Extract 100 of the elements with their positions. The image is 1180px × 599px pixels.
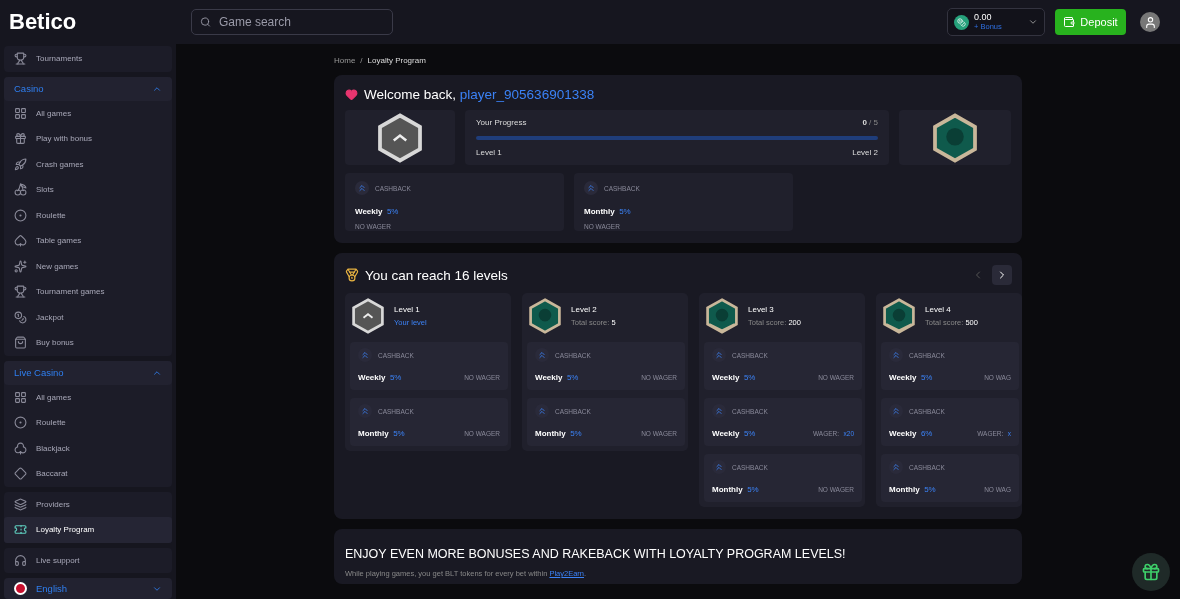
sidebar-item[interactable]: Baccarat bbox=[4, 461, 172, 487]
reward-period: Monthly bbox=[584, 207, 615, 216]
sidebar-item-label: Table games bbox=[36, 236, 82, 246]
search-field[interactable]: Game search bbox=[191, 9, 393, 35]
sidebar-item[interactable]: Table games bbox=[4, 228, 172, 254]
reward-percent: 5% bbox=[386, 207, 399, 216]
reward-period: Monthly bbox=[712, 485, 743, 494]
menu-item-icon bbox=[14, 310, 27, 324]
menu-item-icon bbox=[14, 390, 27, 404]
double-chevron-icon bbox=[584, 181, 598, 195]
search-icon bbox=[200, 16, 211, 28]
reward-percent: 5% bbox=[393, 429, 405, 438]
menu-item-icon bbox=[14, 467, 27, 481]
double-chevron-icon bbox=[535, 348, 549, 362]
sidebar-item[interactable]: Tournaments bbox=[4, 46, 172, 72]
logo[interactable]: Betico bbox=[9, 9, 191, 35]
double-chevron-icon bbox=[535, 404, 549, 418]
sidebar-item[interactable]: Roulette bbox=[4, 202, 172, 228]
sidebar-item[interactable]: New games bbox=[4, 253, 172, 279]
reward-percent: 5% bbox=[747, 485, 759, 494]
sidebar-item-label: Loyalty Program bbox=[36, 525, 95, 535]
gift-button[interactable] bbox=[1132, 553, 1170, 591]
reward-percent: 5% bbox=[743, 429, 756, 438]
double-chevron-icon bbox=[712, 460, 726, 474]
welcome-title: Welcome back, player_905636901338 bbox=[364, 87, 595, 102]
sidebar-item-label: All games bbox=[36, 392, 72, 402]
level-name: Level 1 bbox=[394, 305, 421, 314]
reward-percent: 5% bbox=[619, 207, 631, 216]
level-name: Level 3 bbox=[748, 305, 775, 314]
reward-period: Monthly bbox=[889, 485, 920, 494]
level-name: Level 4 bbox=[925, 305, 952, 314]
sidebar-item[interactable]: Roulette bbox=[4, 410, 172, 436]
progress-total: / 5 bbox=[869, 118, 878, 127]
menu-item-icon bbox=[14, 285, 27, 299]
menu-item-icon bbox=[14, 132, 27, 146]
menu-item-icon bbox=[14, 497, 27, 511]
breadcrumb-link[interactable]: Home bbox=[334, 56, 356, 65]
sidebar-item-label: Slots bbox=[36, 185, 54, 195]
sidebar-item[interactable]: Jackpot bbox=[4, 304, 172, 330]
menu-item-icon bbox=[14, 234, 27, 248]
reward-percent: 5% bbox=[570, 429, 582, 438]
level-from: Level 1 bbox=[476, 148, 502, 157]
sidebar-item-label: All games bbox=[36, 108, 72, 118]
sidebar-item[interactable]: Loyalty Program bbox=[4, 517, 172, 543]
double-chevron-icon bbox=[358, 404, 372, 418]
progress-current: 0 bbox=[862, 118, 867, 127]
sidebar-item[interactable]: Crash games bbox=[4, 151, 172, 177]
avatar-icon[interactable] bbox=[1140, 12, 1160, 32]
reward-percent: 6% bbox=[920, 429, 933, 438]
double-chevron-icon bbox=[889, 460, 903, 474]
menu-item-icon bbox=[14, 157, 27, 171]
reward-period: Weekly bbox=[889, 373, 917, 382]
menu-item-icon bbox=[14, 259, 27, 273]
gift-icon bbox=[1141, 562, 1161, 582]
reward-percent: 5% bbox=[743, 373, 756, 382]
double-chevron-icon bbox=[712, 404, 726, 418]
sidebar-item[interactable]: Providers bbox=[4, 491, 172, 517]
sidebar-item[interactable]: Buy bonus bbox=[4, 330, 172, 356]
sidebar-item-label: Jackpot bbox=[36, 312, 64, 322]
menu-item-icon bbox=[14, 52, 27, 66]
promo-title: ENJOY EVEN MORE BONUSES AND RAKEBACK WITH LOYALTY PROGRAM LEVELS! bbox=[345, 547, 847, 561]
sidebar-section-header[interactable]: Live Casino bbox=[4, 360, 172, 385]
sidebar-item[interactable]: Live support bbox=[4, 547, 172, 573]
menu-item-icon bbox=[14, 441, 27, 455]
menu-item-icon bbox=[14, 416, 27, 430]
reward-period: Monthly bbox=[535, 429, 566, 438]
heart-icon bbox=[345, 88, 358, 101]
breadcrumb-separator: / bbox=[360, 56, 363, 65]
next-button[interactable] bbox=[992, 265, 1012, 285]
sidebar-section-header[interactable]: Casino bbox=[4, 76, 172, 101]
double-chevron-icon bbox=[712, 348, 726, 362]
sidebar-item-label: Tournament games bbox=[36, 287, 105, 297]
menu-item-icon bbox=[14, 183, 27, 197]
sidebar-item-label: Crash games bbox=[36, 159, 84, 169]
search-input[interactable]: Game search bbox=[216, 14, 384, 30]
reward-period: Monthly bbox=[358, 429, 389, 438]
reward-period: Weekly bbox=[889, 429, 917, 438]
sidebar-item[interactable]: Play with bonus bbox=[4, 126, 172, 152]
double-chevron-icon bbox=[889, 348, 903, 362]
level-name: Level 2 bbox=[571, 305, 598, 314]
menu-item-icon bbox=[14, 336, 27, 350]
sidebar-item[interactable]: Blackjack bbox=[4, 435, 172, 461]
menu-item-icon bbox=[14, 523, 27, 537]
double-chevron-icon bbox=[355, 181, 369, 195]
breadcrumb-link[interactable]: Loyalty Program bbox=[367, 56, 426, 65]
sidebar-item-label: Roulette bbox=[36, 210, 66, 220]
double-chevron-icon bbox=[889, 404, 903, 418]
sidebar-item[interactable]: Tournament games bbox=[4, 279, 172, 305]
sidebar-item-label: New games bbox=[36, 261, 79, 271]
double-chevron-icon bbox=[358, 348, 372, 362]
menu-item-icon bbox=[14, 106, 27, 120]
wallet-icon bbox=[1063, 16, 1076, 28]
sidebar-item[interactable]: Slots bbox=[4, 177, 172, 203]
caret-icon bbox=[1028, 17, 1038, 27]
language-selector[interactable]: English bbox=[4, 578, 172, 599]
sidebar-item[interactable]: All games bbox=[4, 384, 172, 410]
reward-period: Weekly bbox=[355, 207, 383, 216]
sidebar-item[interactable]: All games bbox=[4, 100, 172, 126]
sidebar-item-label: Buy bonus bbox=[36, 338, 74, 348]
sidebar-item-label: Play with bonus bbox=[36, 134, 93, 144]
